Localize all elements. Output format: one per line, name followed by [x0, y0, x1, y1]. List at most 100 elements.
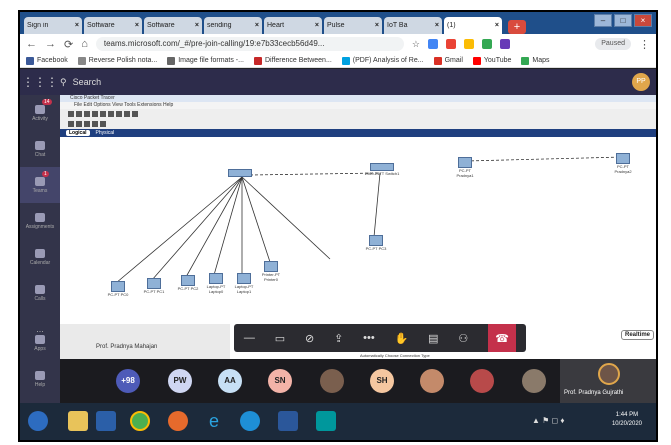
close-icon[interactable]: ×	[435, 22, 439, 29]
participant-avatar[interactable]	[522, 369, 546, 393]
browser-tab[interactable]: Software ×	[84, 17, 142, 34]
media-icon[interactable]	[96, 411, 116, 431]
mic-off-icon[interactable]: ⊘	[305, 332, 314, 345]
open-icon	[76, 111, 82, 117]
bookmark-item[interactable]: Gmail	[433, 56, 463, 65]
presenter-tile[interactable]: Prof. Pradnya Gujrathi	[560, 359, 656, 403]
print-icon	[92, 111, 98, 117]
participant-avatar[interactable]	[470, 369, 494, 393]
overflow-participants[interactable]: +98	[116, 369, 140, 393]
tray-icons[interactable]: ▲ ⚑ ◻ ♦	[532, 416, 564, 425]
firefox-icon[interactable]	[168, 411, 188, 431]
browser-tab[interactable]: sending ×	[204, 17, 262, 34]
url-input[interactable]: teams.microsoft.com/_#/pre-join-calling/…	[95, 37, 404, 51]
explorer-icon[interactable]	[68, 411, 88, 431]
browser-tab-active[interactable]: (1) ×	[444, 17, 502, 34]
back-icon[interactable]: ←	[26, 38, 37, 50]
start-icon[interactable]	[28, 411, 48, 431]
reload-icon[interactable]: ⟳	[64, 38, 73, 51]
rail-item-chat[interactable]: Chat	[20, 131, 60, 167]
logical-tab: Logical	[66, 130, 90, 136]
participant-avatar[interactable]: SH	[370, 369, 394, 393]
more-actions-icon[interactable]: •••	[363, 332, 375, 344]
home-icon[interactable]: ⌂	[81, 38, 88, 50]
search-icon[interactable]: ⚲	[60, 77, 67, 88]
youtube-icon	[472, 56, 481, 65]
close-icon[interactable]: ×	[315, 22, 319, 29]
rail-item-calendar[interactable]: Calendar	[20, 239, 60, 275]
system-clock[interactable]: 1:44 PM 10/20/2020	[612, 411, 642, 429]
minimize-icon[interactable]: –	[594, 14, 612, 27]
bookmark-item[interactable]: (PDF) Analysis of Re...	[341, 56, 424, 65]
share-screen-icon[interactable]: ⇪	[334, 332, 343, 345]
leave-call-button[interactable]: ☎	[488, 324, 517, 352]
window-close-icon[interactable]: ×	[634, 14, 652, 27]
rail-item-calls[interactable]: Calls	[20, 275, 60, 311]
close-icon[interactable]: ×	[375, 22, 379, 29]
arduino-icon[interactable]	[316, 411, 336, 431]
camera-off-icon[interactable]: ▭	[275, 332, 285, 345]
bookmark-item[interactable]: Maps	[521, 56, 550, 65]
browser-tab[interactable]: Software ×	[144, 17, 202, 34]
pt-workspace-bar: Logical Physical	[60, 129, 656, 137]
laptop-device: Laptop-PT Laptop0	[202, 273, 230, 294]
call-controls: — ▭ ⊘ ⇪ ••• ✋ ▤ ⚇ ☎	[234, 324, 526, 352]
rail-item-help[interactable]: Help	[20, 361, 60, 397]
close-icon[interactable]: ×	[495, 22, 499, 29]
bookmark-item[interactable]: Image file formats -...	[167, 56, 244, 65]
laptop-device: Laptop-PT Laptop1	[230, 273, 258, 294]
more-icon[interactable]: ⋮	[639, 38, 650, 51]
extension-icon[interactable]	[481, 39, 492, 49]
close-icon[interactable]: ×	[195, 22, 199, 29]
timer-icon: —	[243, 332, 255, 344]
pc-device: PC-PT PC3	[364, 235, 388, 251]
star-icon[interactable]: ☆	[412, 39, 420, 50]
app-launcher-icon[interactable]: ⋮⋮⋮	[20, 75, 60, 89]
participant-avatar[interactable]	[420, 369, 444, 393]
bookmark-item[interactable]: YouTube	[472, 56, 511, 65]
rail-item-activity[interactable]: 14 Activity	[20, 95, 60, 131]
rail-item-teams[interactable]: 1 Teams	[20, 167, 60, 203]
avatar[interactable]: PP	[632, 73, 650, 91]
word-icon[interactable]	[278, 411, 298, 431]
search-input[interactable]: Search	[73, 77, 102, 87]
extension-icon[interactable]	[427, 39, 438, 49]
link	[213, 176, 243, 276]
palette-icon	[132, 111, 138, 117]
bookmark-item[interactable]: Reverse Polish nota...	[77, 56, 157, 65]
pc-device: PC-PT Pradnya2	[608, 153, 638, 174]
participants-icon[interactable]: ⚇	[458, 332, 468, 345]
participant-avatar[interactable]: PW	[168, 369, 192, 393]
browser-tab[interactable]: Heart ×	[264, 17, 322, 34]
new-tab-button[interactable]: +	[508, 20, 526, 34]
close-icon[interactable]: ×	[135, 22, 139, 29]
participant-avatar[interactable]: AA	[218, 369, 242, 393]
chrome-icon[interactable]	[130, 411, 150, 431]
maps-icon	[521, 56, 530, 65]
raise-hand-icon[interactable]: ✋	[395, 332, 409, 345]
close-icon[interactable]: ×	[255, 22, 259, 29]
maximize-icon[interactable]: □	[614, 14, 632, 27]
extension-icon[interactable]	[445, 39, 456, 49]
rail-item-apps[interactable]: Apps	[20, 325, 60, 361]
rail-item-assignments[interactable]: Assignments	[20, 203, 60, 239]
forward-icon[interactable]: →	[45, 38, 56, 50]
extension-icon[interactable]	[499, 39, 510, 49]
browser-tab[interactable]: Pulse ×	[324, 17, 382, 34]
extension-icon[interactable]	[463, 39, 474, 49]
edge-icon[interactable]	[240, 411, 260, 431]
presenter-name: Prof. Pradnya Gujrathi	[564, 390, 624, 396]
participant-avatar[interactable]	[320, 369, 344, 393]
ie-icon[interactable]: e	[204, 411, 224, 431]
close-icon[interactable]: ×	[75, 22, 79, 29]
copy-icon	[100, 111, 106, 117]
participant-avatar[interactable]: SN	[268, 369, 292, 393]
profile-paused-button[interactable]: Paused	[595, 38, 631, 50]
chat-icon[interactable]: ▤	[428, 332, 438, 345]
browser-tab[interactable]: Sign in ×	[24, 17, 82, 34]
bookmark-item[interactable]: Facebook	[26, 56, 68, 65]
save-icon	[84, 111, 90, 117]
browser-tab[interactable]: IoT Ba ×	[384, 17, 442, 34]
bookmark-item[interactable]: Difference Between...	[253, 56, 332, 65]
note-icon	[92, 121, 98, 127]
